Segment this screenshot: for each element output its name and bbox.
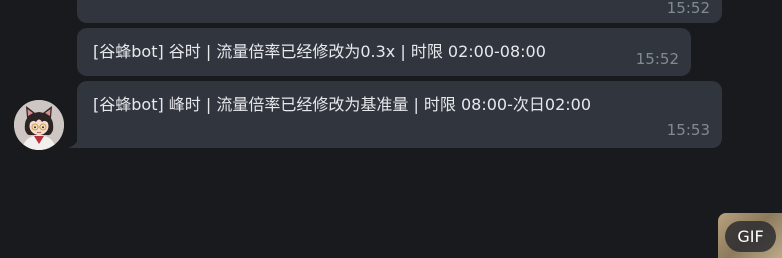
message-bubble[interactable]: [谷蜂bot] 谷时 | 流量倍率已经修改为0.3x | 时限 02:00-08… xyxy=(77,28,691,76)
message-bubble[interactable]: [谷蜂bot] 峰时 | 流量倍率已经修改为基准量 | 时限 08:00-次日0… xyxy=(77,81,722,148)
cat-ear-girl-avatar-icon xyxy=(14,100,64,150)
message-time: 15:52 xyxy=(635,50,679,68)
message-time: 15:52 xyxy=(666,0,710,17)
chat-area: 15:52 [谷蜂bot] 谷时 | 流量倍率已经修改为0.3x | 时限 02… xyxy=(0,0,782,258)
gif-badge: GIF xyxy=(725,221,776,252)
sender-avatar[interactable] xyxy=(14,100,64,150)
message-text: [谷蜂bot] 谷时 | 流量倍率已经修改为0.3x | 时限 02:00-08… xyxy=(93,42,546,61)
bubble-tail xyxy=(68,136,80,148)
message-bubble[interactable]: 15:52 xyxy=(77,0,722,23)
message-time: 15:53 xyxy=(666,121,710,139)
gif-thumbnail[interactable]: GIF xyxy=(718,213,782,258)
message-text: [谷蜂bot] 峰时 | 流量倍率已经修改为基准量 | 时限 08:00-次日0… xyxy=(93,95,591,114)
